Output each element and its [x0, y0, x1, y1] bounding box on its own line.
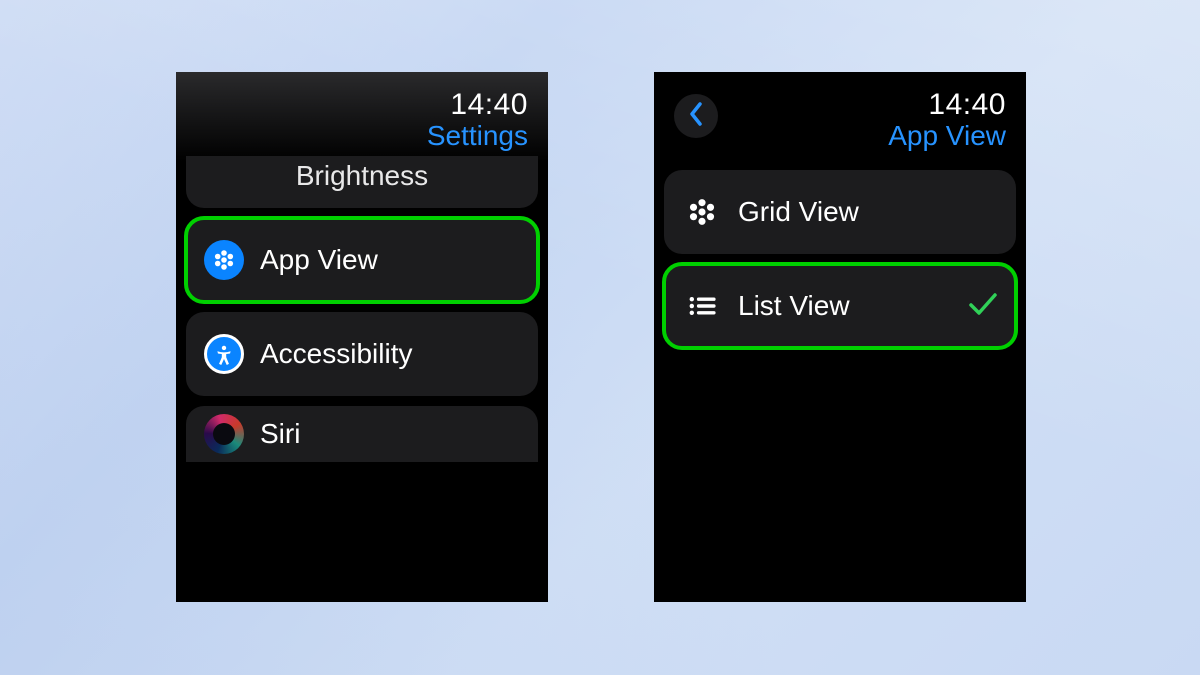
app-view-options[interactable]: Grid View List View — [654, 162, 1026, 348]
header: 14:40 App View — [654, 72, 1026, 162]
settings-list[interactable]: Brightness — [176, 156, 548, 462]
grid-icon — [682, 192, 722, 232]
settings-row-accessibility[interactable]: Accessibility — [186, 312, 538, 396]
header: 14:40 Settings — [176, 72, 548, 162]
watch-screen-app-view: 14:40 App View Grid View — [654, 72, 1026, 602]
clock-time: 14:40 — [427, 88, 528, 122]
option-grid-view[interactable]: Grid View — [664, 170, 1016, 254]
settings-row-app-view[interactable]: App View — [186, 218, 538, 302]
chevron-left-icon — [688, 102, 704, 131]
appview-icon — [204, 240, 244, 280]
row-label: Siri — [260, 418, 300, 450]
clock-time: 14:40 — [888, 88, 1006, 122]
settings-row-siri[interactable]: Siri — [186, 406, 538, 462]
row-label: Accessibility — [260, 338, 412, 370]
watch-screen-settings: 14:40 Settings Brightness — [176, 72, 548, 602]
accessibility-icon — [204, 334, 244, 374]
header-right: 14:40 Settings — [427, 88, 528, 152]
checkmark-icon — [968, 291, 998, 322]
option-list-view[interactable]: List View — [664, 264, 1016, 348]
row-label: App View — [260, 244, 378, 276]
header-right: 14:40 App View — [888, 88, 1006, 152]
back-button[interactable] — [674, 94, 718, 138]
row-label: List View — [738, 290, 850, 322]
screen-title: Settings — [427, 120, 528, 152]
siri-icon — [204, 414, 244, 454]
settings-row-brightness[interactable]: Brightness — [186, 156, 538, 208]
row-label: Brightness — [296, 160, 428, 192]
list-icon — [682, 286, 722, 326]
row-label: Grid View — [738, 196, 859, 228]
screen-title: App View — [888, 120, 1006, 152]
